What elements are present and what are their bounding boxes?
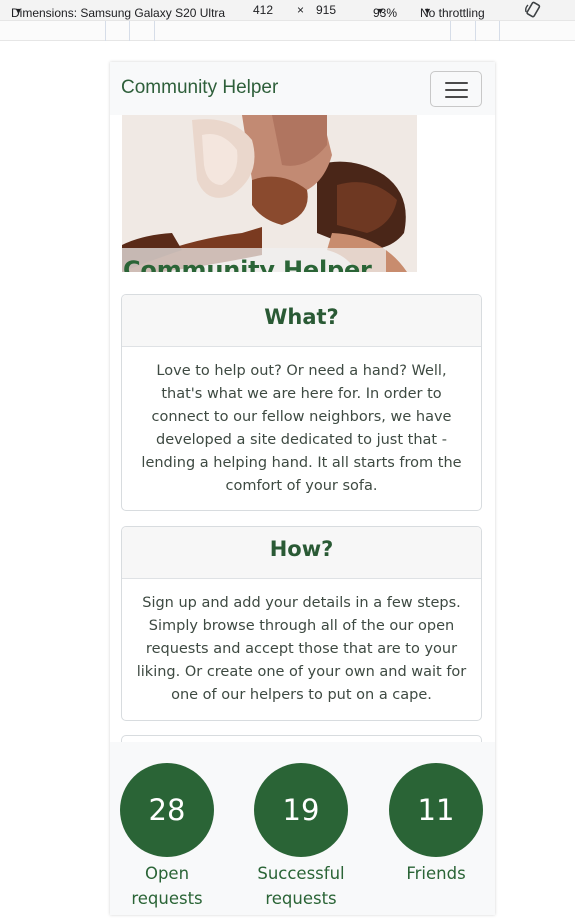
throttling-caret-icon: ▼	[423, 6, 432, 16]
rotate-icon[interactable]	[524, 1, 542, 19]
stat-value: 11	[389, 763, 483, 857]
how-card-text: Sign up and add your details in a few st…	[136, 595, 467, 703]
how-card: How? Sign up and add your details in a f…	[121, 526, 482, 721]
what-card-title: What?	[122, 295, 481, 347]
stat-value: 19	[254, 763, 348, 857]
hamburger-menu-icon	[445, 82, 468, 84]
device-viewport: Community Helper Community Helper What? …	[110, 62, 495, 915]
width-input[interactable]: 412	[253, 3, 273, 17]
hero-title: Community Helper	[122, 248, 386, 272]
media-query-bar	[0, 20, 575, 41]
what-card-text: Love to help out? Or need a hand? Well, …	[141, 363, 462, 494]
what-card: What? Love to help out? Or need a hand? …	[121, 294, 482, 511]
how-card-title: How?	[122, 527, 481, 579]
navbar-brand[interactable]: Community Helper	[121, 77, 278, 99]
device-caret-icon: ▼	[14, 6, 23, 16]
stat-label: Friends	[406, 864, 466, 883]
stat-open-requests: 28 Open requests	[110, 763, 227, 911]
navbar: Community Helper	[110, 62, 495, 115]
devtools-toolbar: Dimensions: Samsung Galaxy S20 Ultra ▼ 41…	[0, 0, 575, 20]
times-icon: ×	[297, 3, 305, 17]
height-input[interactable]: 915	[316, 3, 336, 17]
zoom-caret-icon: ▼	[376, 6, 385, 16]
stat-label: Successful requests	[257, 864, 345, 908]
hero-image: Community Helper	[122, 115, 417, 272]
stat-friends: 11 Friends	[376, 763, 495, 886]
stat-value: 28	[120, 763, 214, 857]
stats-bar: 28 Open requests 19 Successful requests …	[110, 742, 495, 915]
device-label: Dimensions: Samsung Galaxy S20 Ultra	[11, 6, 226, 20]
stat-successful-requests: 19 Successful requests	[241, 763, 361, 911]
menu-toggle-button[interactable]	[430, 71, 482, 107]
stat-label: Open requests	[131, 864, 203, 908]
